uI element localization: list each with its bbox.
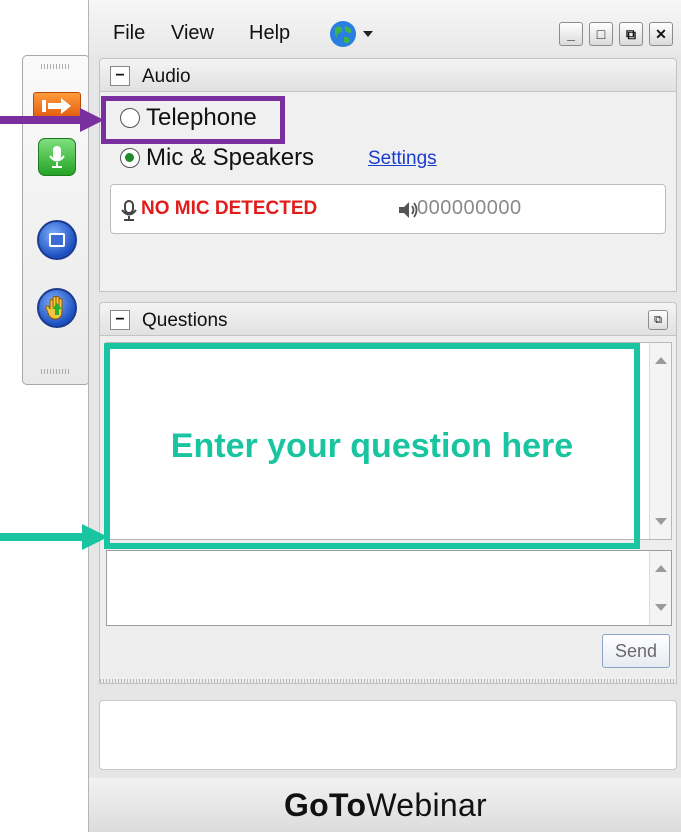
screen-view-button[interactable] [37, 220, 77, 260]
mic-speakers-radio[interactable] [120, 148, 140, 168]
scroll-up-icon[interactable] [655, 565, 667, 572]
send-button[interactable]: Send [602, 634, 670, 668]
audio-settings-link[interactable]: Settings [368, 148, 437, 170]
scroll-up-icon[interactable] [655, 357, 667, 364]
side-toolbar [22, 55, 90, 385]
speaker-icon [399, 202, 418, 218]
audio-section-title: Audio [142, 66, 191, 87]
menu-view[interactable]: View [171, 22, 214, 45]
raise-hand-button[interactable] [37, 288, 77, 328]
brand-footer: GoToWebinar [89, 778, 681, 832]
minimize-button[interactable]: _ [559, 22, 583, 46]
mic-status-box: NO MIC DETECTED 000000000 [110, 184, 666, 234]
maximize-button[interactable]: □ [589, 22, 613, 46]
speaker-level-meter: 000000000 [417, 197, 522, 219]
info-box [99, 700, 677, 770]
questions-log-scrollbar[interactable] [649, 343, 671, 539]
resize-divider[interactable] [100, 679, 676, 683]
logo-webinar: Webinar [366, 787, 488, 823]
questions-collapse-button[interactable]: − [110, 310, 130, 330]
chevron-down-icon[interactable] [363, 31, 373, 37]
questions-section-header: − Questions ⧉ [99, 302, 677, 336]
menu-file[interactable]: File [113, 22, 145, 45]
menu-help[interactable]: Help [249, 22, 290, 45]
arrow-right-icon [0, 108, 104, 132]
questions-popout-button[interactable]: ⧉ [648, 310, 668, 330]
scroll-down-icon[interactable] [655, 518, 667, 525]
logo-goto: GoTo [283, 787, 367, 823]
popout-button[interactable]: ⧉ [619, 22, 643, 46]
question-input[interactable] [106, 550, 672, 626]
telephone-highlight-box [101, 96, 285, 144]
screen-icon [49, 233, 65, 247]
toolbar-grip-bottom[interactable] [41, 369, 71, 374]
arrow-right-icon [0, 524, 108, 550]
microphone-icon [49, 146, 65, 168]
microphone-icon [121, 200, 137, 221]
close-button[interactable]: ✕ [649, 22, 673, 46]
audio-section-header: − Audio [99, 58, 677, 92]
raise-hand-icon [45, 296, 63, 320]
mic-speakers-label[interactable]: Mic & Speakers [146, 144, 314, 172]
questions-section-title: Questions [142, 310, 228, 331]
question-input-scrollbar[interactable] [649, 551, 671, 625]
mic-status-text: NO MIC DETECTED [141, 198, 318, 219]
question-hint-text: Enter your question here [170, 426, 574, 465]
question-highlight-box: Enter your question here [104, 343, 640, 549]
globe-icon[interactable] [329, 20, 357, 48]
scroll-down-icon[interactable] [655, 604, 667, 611]
menu-bar: File View Help _ □ ⧉ ✕ [89, 0, 681, 56]
gotowebinar-logo: GoToWebinar [284, 787, 487, 823]
audio-collapse-button[interactable]: − [110, 66, 130, 86]
microphone-button[interactable] [38, 138, 76, 176]
toolbar-grip-top[interactable] [41, 64, 71, 69]
